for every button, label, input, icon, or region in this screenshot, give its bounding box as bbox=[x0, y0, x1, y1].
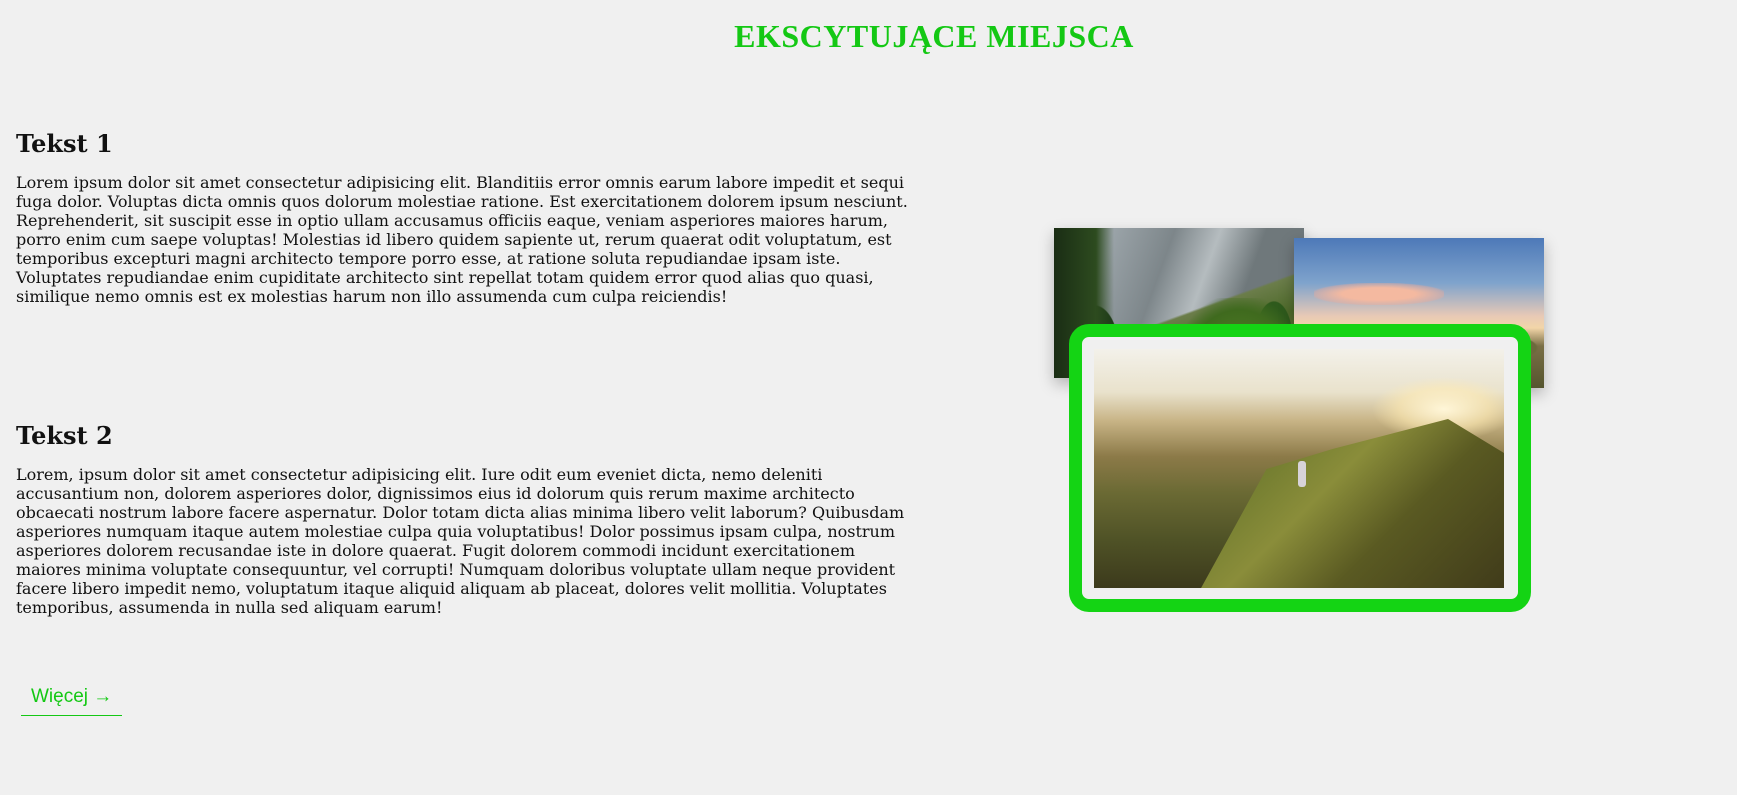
more-link[interactable]: Więcej → bbox=[21, 686, 123, 716]
section-heading-1: Tekst 1 bbox=[16, 128, 113, 158]
section-heading-2: Tekst 2 bbox=[16, 420, 113, 450]
mountain-ridge-hiker-photo bbox=[1094, 349, 1504, 588]
section-body-1: Lorem ipsum dolor sit amet consectetur a… bbox=[16, 173, 908, 306]
section-body-2: Lorem, ipsum dolor sit amet consectetur … bbox=[16, 465, 905, 617]
page-title: EKSCYTUJĄCE MIEJSCA bbox=[734, 18, 1134, 54]
